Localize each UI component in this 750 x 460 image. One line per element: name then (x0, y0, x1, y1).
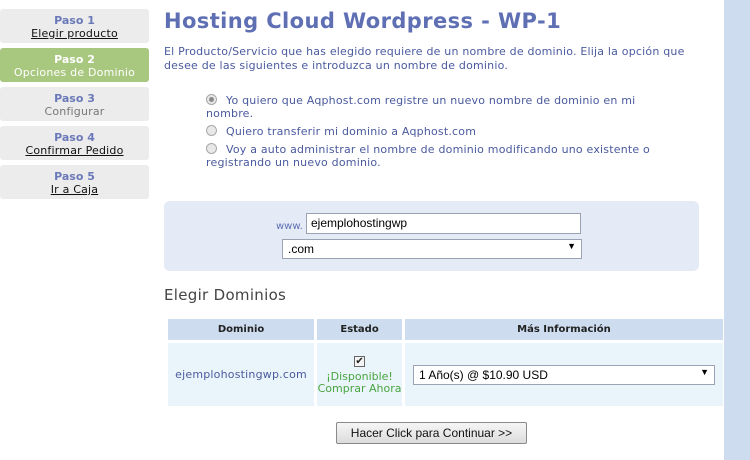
step-number: Paso 2 (54, 53, 95, 66)
step-1[interactable]: Paso 1 Elegir producto (0, 9, 149, 43)
step-2-active: Paso 2 Opciones de Dominio (0, 48, 149, 82)
result-status-cell: ✔ ¡Disponible! Comprar Ahora (317, 343, 402, 406)
step-number: Paso 3 (54, 92, 95, 105)
step-label: Opciones de Dominio (13, 66, 136, 79)
result-info-cell: 1 Año(s) @ $10.90 USD ▼ (404, 343, 723, 406)
period-selected-value: 1 Año(s) @ $10.90 USD (418, 367, 548, 382)
option-transfer[interactable]: Quiero transferir mi dominio a Aqphost.c… (206, 125, 676, 138)
chevron-down-icon: ▼ (700, 366, 709, 377)
step-number: Paso 4 (54, 131, 95, 144)
choose-domains-title: Elegir Dominios (164, 286, 287, 304)
radio-own-domain[interactable] (206, 143, 217, 154)
option-own-domain[interactable]: Voy a auto administrar el nombre de domi… (206, 143, 676, 169)
step-5[interactable]: Paso 5 Ir a Caja (0, 165, 149, 199)
domain-option-group: Yo quiero que Aqphost.com registre un nu… (206, 94, 676, 174)
www-prefix: www. (276, 221, 303, 232)
step-link-elegir-producto[interactable]: Elegir producto (0, 27, 149, 40)
result-domain: ejemplohostingwp.com (168, 343, 315, 406)
tld-selected-value: .com (288, 242, 315, 256)
header-domain: Dominio (168, 319, 315, 340)
step-4[interactable]: Paso 4 Confirmar Pedido (0, 126, 149, 160)
option-own-domain-label: Voy a auto administrar el nombre de domi… (206, 143, 650, 169)
domain-results-table: Dominio Estado Más Información ejemploho… (165, 316, 726, 409)
domain-options-page: Paso 1 Elegir producto Paso 2 Opciones d… (0, 0, 750, 460)
radio-register[interactable] (206, 94, 217, 105)
option-transfer-label: Quiero transferir mi dominio a Aqphost.c… (226, 125, 477, 138)
step-number: Paso 1 (54, 14, 95, 27)
order-steps: Paso 1 Elegir producto Paso 2 Opciones d… (0, 9, 149, 204)
intro-text: El Producto/Servicio que has elegido req… (164, 45, 685, 72)
registration-period-select[interactable]: 1 Año(s) @ $10.90 USD ▼ (412, 364, 715, 385)
tld-select[interactable]: .com ▼ (282, 239, 582, 259)
right-side-panel (724, 0, 750, 460)
header-status: Estado (317, 319, 402, 340)
step-3: Paso 3 Configurar (0, 87, 149, 121)
option-register[interactable]: Yo quiero que Aqphost.com registre un nu… (206, 94, 676, 120)
page-title: Hosting Cloud Wordpress - WP-1 (164, 9, 562, 33)
step-number: Paso 5 (54, 170, 95, 183)
step-label: Configurar (44, 105, 105, 118)
domain-checkbox[interactable]: ✔ (354, 355, 366, 367)
step-link-confirmar-pedido[interactable]: Confirmar Pedido (0, 144, 149, 157)
chevron-down-icon: ▼ (567, 241, 576, 251)
availability-status: ¡Disponible! Comprar Ahora (317, 369, 402, 395)
table-row: ejemplohostingwp.com ✔ ¡Disponible! Comp… (168, 343, 723, 406)
step-link-ir-a-caja[interactable]: Ir a Caja (0, 183, 149, 196)
option-register-label: Yo quiero que Aqphost.com registre un nu… (206, 94, 636, 120)
header-info: Más Información (404, 319, 723, 340)
domain-search-box: www. ejemplohostingwp .com ▼ (164, 201, 699, 271)
continue-button[interactable]: Hacer Click para Continuar >> (336, 422, 527, 444)
radio-transfer[interactable] (206, 125, 217, 136)
domain-name-input[interactable]: ejemplohostingwp (306, 213, 581, 234)
table-header-row: Dominio Estado Más Información (168, 319, 723, 340)
